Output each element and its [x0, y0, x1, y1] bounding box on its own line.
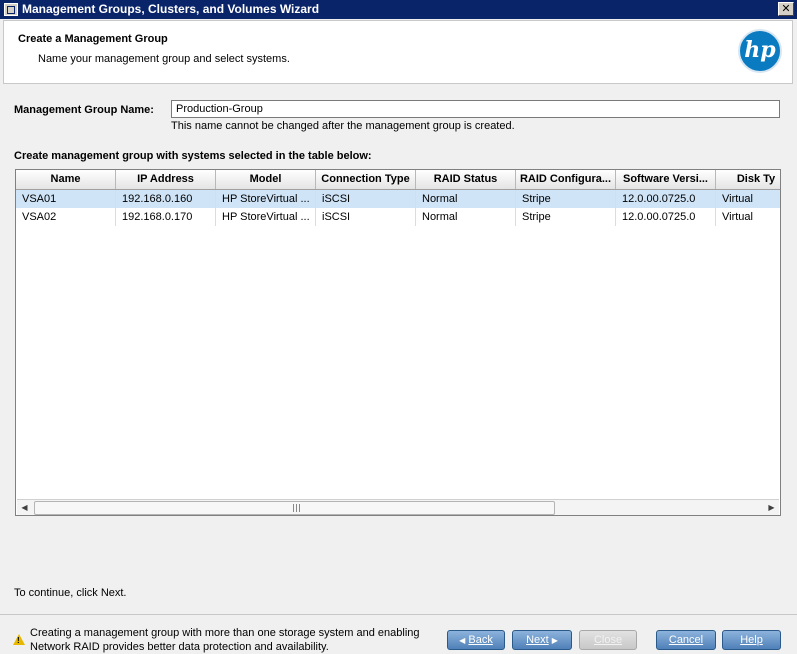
scroll-left-icon[interactable]: ◀ — [17, 500, 32, 515]
cell-model: HP StoreVirtual ... — [216, 190, 316, 208]
horizontal-scrollbar[interactable]: ◀ ▶ — [17, 499, 779, 515]
wizard-footer: ! Creating a management group with more … — [0, 614, 797, 654]
cancel-button[interactable]: Cancel — [656, 630, 716, 650]
mg-name-hint: This name cannot be changed after the ma… — [171, 120, 515, 132]
hp-logo: hp — [738, 29, 782, 73]
cell-software-version: 12.0.00.0725.0 — [616, 190, 716, 208]
title-bar: Management Groups, Clusters, and Volumes… — [0, 0, 797, 19]
scrollbar-thumb[interactable] — [34, 501, 555, 515]
column-header-name[interactable]: Name — [16, 170, 116, 189]
table-row[interactable]: VSA01 192.168.0.160 HP StoreVirtual ... … — [16, 190, 780, 208]
table-row[interactable]: VSA02 192.168.0.170 HP StoreVirtual ... … — [16, 208, 780, 226]
raid-notice: Creating a management group with more th… — [30, 627, 420, 653]
help-button[interactable]: Help — [722, 630, 781, 650]
next-button-label: Next — [526, 634, 549, 646]
cell-ip-address: 192.168.0.160 — [116, 190, 216, 208]
continue-instruction: To continue, click Next. — [14, 587, 127, 599]
cell-ip-address: 192.168.0.170 — [116, 208, 216, 226]
column-header-software-version[interactable]: Software Versi... — [616, 170, 716, 189]
cell-raid-status: Normal — [416, 190, 516, 208]
close-button: Close — [579, 630, 637, 650]
window-title: Management Groups, Clusters, and Volumes… — [22, 2, 320, 16]
cell-raid-configuration: Stripe — [516, 208, 616, 226]
cell-software-version: 12.0.00.0725.0 — [616, 208, 716, 226]
wizard-header: Create a Management Group Name your mana… — [3, 20, 793, 84]
systems-table-label: Create management group with systems sel… — [14, 150, 372, 162]
cell-raid-status: Normal — [416, 208, 516, 226]
close-button-label: Close — [593, 634, 623, 646]
cancel-button-label: Cancel — [668, 634, 704, 646]
column-header-connection-type[interactable]: Connection Type — [316, 170, 416, 189]
column-header-model[interactable]: Model — [216, 170, 316, 189]
cell-connection-type: iSCSI — [316, 190, 416, 208]
table-header: Name IP Address Model Connection Type RA… — [16, 170, 780, 190]
app-icon — [4, 3, 18, 16]
scrollbar-grip-icon — [293, 504, 300, 512]
cell-name: VSA02 — [16, 208, 116, 226]
page-title: Create a Management Group — [18, 33, 168, 45]
cell-name: VSA01 — [16, 190, 116, 208]
help-button-label: Help — [740, 634, 763, 646]
back-arrow-icon: ◀ — [459, 636, 466, 645]
cell-disk-type: Virtual — [716, 208, 780, 226]
page-subtitle: Name your management group and select sy… — [38, 53, 290, 65]
column-header-ip-address[interactable]: IP Address — [116, 170, 216, 189]
cell-disk-type: Virtual — [716, 190, 780, 208]
back-button[interactable]: ◀ Back — [447, 630, 505, 650]
column-header-disk-type[interactable]: Disk Ty — [716, 170, 780, 189]
back-button-label: Back — [468, 634, 493, 646]
mg-name-input[interactable] — [171, 100, 780, 118]
next-arrow-icon: ▶ — [551, 636, 558, 645]
cell-model: HP StoreVirtual ... — [216, 208, 316, 226]
cell-connection-type: iSCSI — [316, 208, 416, 226]
mg-name-label: Management Group Name: — [14, 104, 154, 116]
next-button[interactable]: Next ▶ — [512, 630, 572, 650]
column-header-raid-status[interactable]: RAID Status — [416, 170, 516, 189]
scroll-right-icon[interactable]: ▶ — [764, 500, 779, 515]
warning-mark: ! — [17, 636, 20, 645]
column-header-raid-configuration[interactable]: RAID Configura... — [516, 170, 616, 189]
systems-table[interactable]: Name IP Address Model Connection Type RA… — [15, 169, 781, 516]
cell-raid-configuration: Stripe — [516, 190, 616, 208]
close-icon[interactable]: ✕ — [778, 2, 794, 16]
